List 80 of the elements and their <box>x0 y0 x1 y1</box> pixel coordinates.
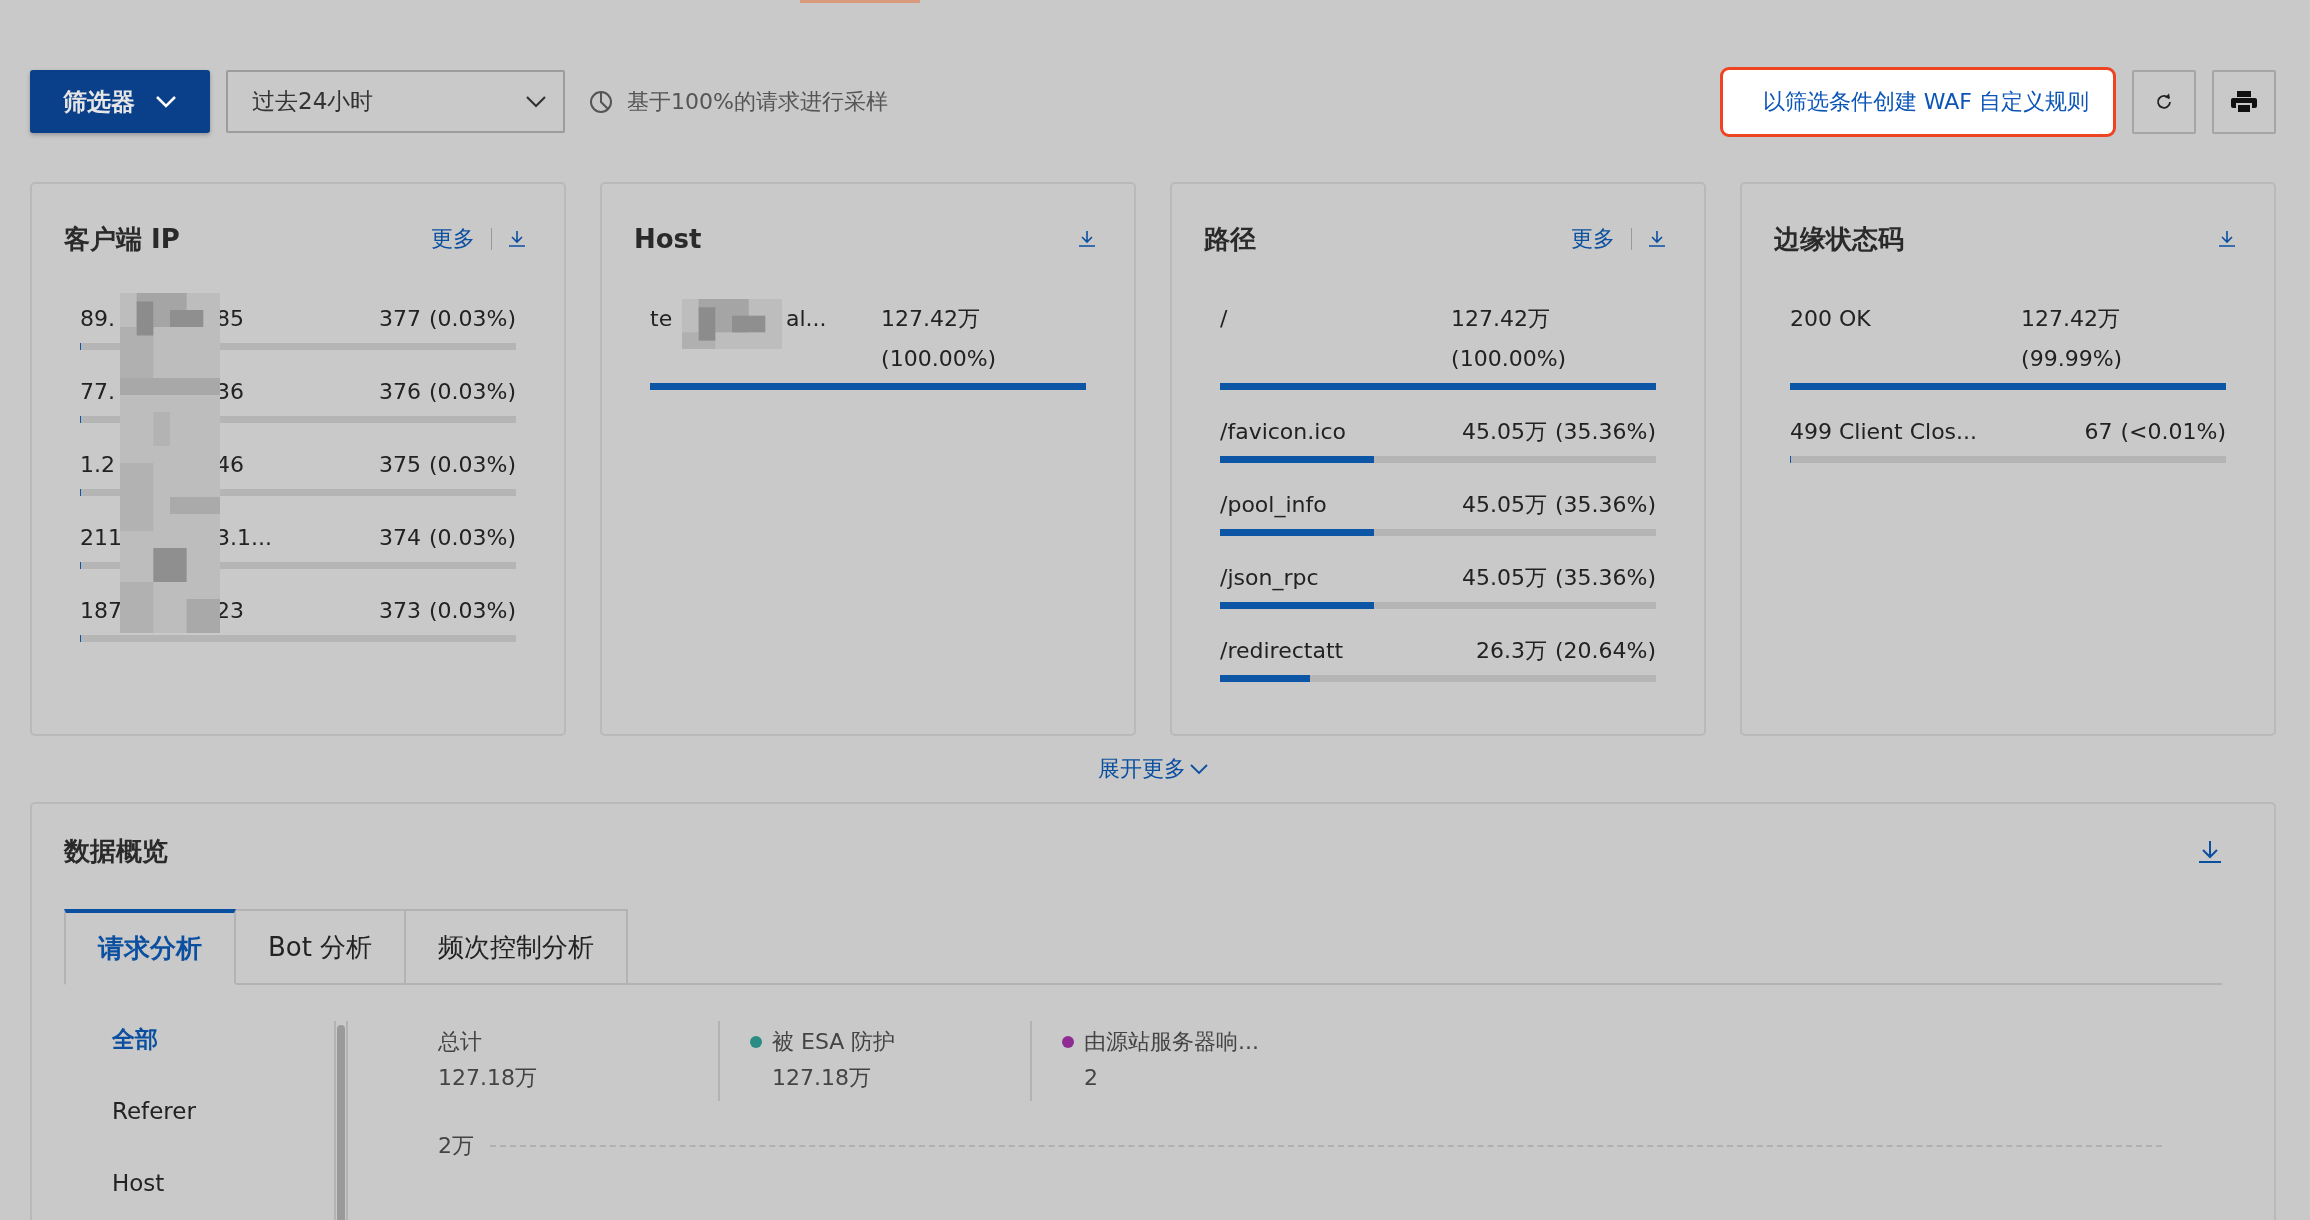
more-link[interactable]: 更多 <box>431 224 475 254</box>
row-label: 89. <box>80 305 116 333</box>
y-axis-label: 2万 <box>438 1132 474 1160</box>
stat-label: 由源站服务器响... <box>1084 1028 1259 1056</box>
tab[interactable]: 请求分析 <box>64 909 236 985</box>
row-label: /pool_info <box>1220 491 1327 520</box>
dimension-item[interactable]: Referer <box>112 1093 334 1165</box>
row-share: (35.36%) <box>1554 418 1656 446</box>
download-icon[interactable] <box>2198 839 2222 864</box>
stat-value: 127.18万 <box>771 1064 872 1092</box>
row-label: al... <box>786 305 827 333</box>
row-label: 187 <box>80 597 120 625</box>
create-waf-rule-button[interactable]: 以筛选条件创建 WAF 自定义规则 <box>1719 66 2116 137</box>
row-count: 127.42万 <box>881 305 981 333</box>
row-share: (100.00%) <box>881 345 997 373</box>
download-icon[interactable] <box>1648 230 1666 248</box>
row-label: 211 <box>80 524 120 552</box>
dimension-item[interactable]: 全部 <box>112 1021 334 1093</box>
row-count: 26.3万 <box>1475 637 1547 665</box>
panel-title: 数据概览 <box>64 835 168 868</box>
stat-label: 被 ESA 防护 <box>772 1028 896 1056</box>
row-share: (35.36%) <box>1554 491 1656 519</box>
row-count: 376 <box>378 378 421 406</box>
pie-icon <box>589 89 613 114</box>
expand-more-link[interactable]: 展开更多 <box>1098 754 1186 784</box>
row-label: /redirectatt <box>1220 637 1344 665</box>
dimension-item[interactable]: Host <box>112 1165 334 1220</box>
row-count: 373 <box>378 597 421 625</box>
row-share: (<0.01%) <box>2120 418 2226 446</box>
row-label: 200 OK <box>1790 305 1871 333</box>
tab[interactable]: 频次控制分析 <box>406 909 629 985</box>
row-share: (100.00%) <box>1451 345 1567 373</box>
chevron-down-icon <box>525 94 547 109</box>
download-icon[interactable] <box>508 230 526 248</box>
row-label: te <box>650 305 674 333</box>
card-title: 边缘状态码 <box>1774 222 1905 256</box>
card-title: 路径 <box>1204 222 1257 256</box>
row-label: /json_rpc <box>1220 564 1319 593</box>
row-count: 377 <box>378 305 421 333</box>
row-count: 127.42万 <box>2021 305 2121 333</box>
card-title: 客户端 IP <box>64 222 181 256</box>
stat-value: 2 <box>1083 1064 1099 1092</box>
sampling-note: 基于100%的请求进行采样 <box>627 87 888 116</box>
row-label: 1.2 <box>80 451 116 479</box>
row-share: (20.64%) <box>1554 637 1656 665</box>
refresh-icon <box>2154 91 2174 112</box>
row-count: 374 <box>378 524 421 552</box>
row-count: 67 <box>2084 418 2113 446</box>
chevron-down-icon[interactable] <box>1190 763 1208 775</box>
row-share: (0.03%) <box>428 451 516 479</box>
time-range-select[interactable]: 过去24小时 <box>226 70 565 133</box>
row-label: 77. <box>80 378 116 406</box>
row-count: 45.05万 <box>1461 418 1547 446</box>
print-button[interactable] <box>2212 69 2276 134</box>
more-link[interactable]: 更多 <box>1571 224 1615 254</box>
row-count: 45.05万 <box>1461 564 1547 592</box>
chevron-down-icon <box>155 94 177 109</box>
row-label: 36 <box>216 378 244 406</box>
row-label: 499 Client Clos... <box>1790 418 1978 446</box>
row-label: /favicon.ico <box>1220 418 1346 446</box>
printer-icon <box>2230 89 2258 114</box>
filter-button[interactable]: 筛选器 <box>30 70 210 133</box>
tab[interactable]: Bot 分析 <box>236 909 407 985</box>
card-title: Host <box>634 224 703 254</box>
row-label: / <box>1220 305 1228 333</box>
row-share: (99.99%) <box>2021 345 2123 373</box>
row-count: 127.42万 <box>1451 305 1551 333</box>
row-count: 375 <box>378 451 421 479</box>
row-share: (0.03%) <box>428 597 516 625</box>
row-label: 3.1... <box>216 524 272 552</box>
row-share: (0.03%) <box>428 524 516 552</box>
row-share: (0.03%) <box>428 305 516 333</box>
stat-value: 127.18万 <box>438 1064 538 1092</box>
row-share: (0.03%) <box>428 378 516 406</box>
stat-label: 总计 <box>438 1028 482 1056</box>
download-icon[interactable] <box>2218 230 2236 248</box>
row-share: (35.36%) <box>1554 564 1656 592</box>
row-count: 45.05万 <box>1461 491 1547 519</box>
scrollbar[interactable] <box>334 1021 348 1220</box>
download-icon[interactable] <box>1078 230 1096 248</box>
